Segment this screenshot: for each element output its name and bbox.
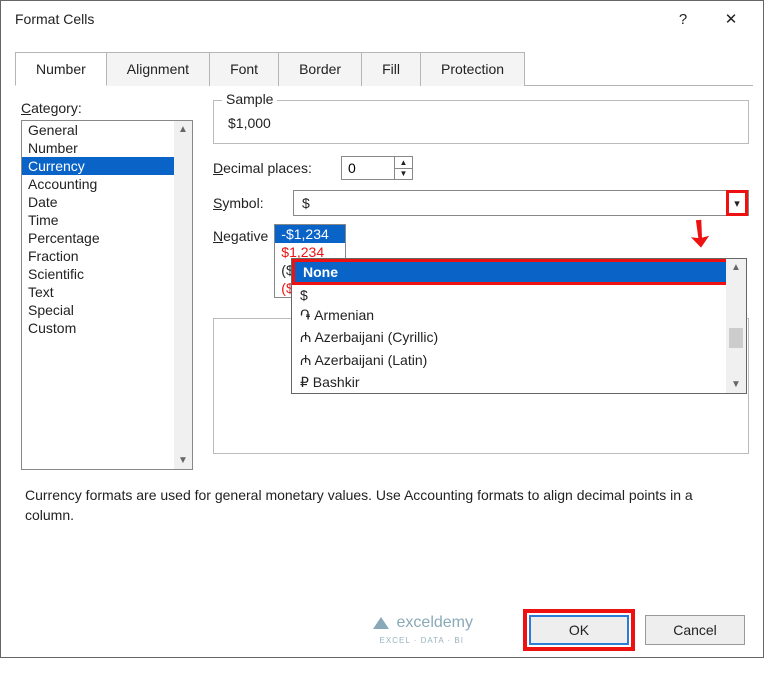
decimal-row: Decimal places: ▲ ▼ [213,156,749,180]
symbol-value: $ [302,195,310,211]
symbol-option[interactable]: ₼ Azerbaijani (Cyrillic) [292,326,746,349]
tab-bar: Number Alignment Font Border Fill Protec… [15,51,753,86]
logo-subtext: EXCEL · DATA · BI [380,637,464,645]
symbol-row: Symbol: $ ▾ [213,190,749,216]
titlebar: Format Cells ? ✕ [1,1,763,37]
decimal-label: Decimal places: [213,160,331,176]
scroll-up-icon[interactable]: ▲ [731,259,741,276]
spin-up-icon[interactable]: ▲ [395,157,412,169]
scroll-down-icon[interactable]: ▼ [178,452,188,469]
symbol-option[interactable]: ₼ Azerbaijani (Latin) [292,349,746,372]
scroll-down-icon[interactable]: ▼ [731,376,741,393]
category-item[interactable]: Custom [22,319,192,337]
negative-item[interactable]: -$1,234 [275,225,345,243]
dropdown-scrollbar[interactable]: ▲ ▼ [726,259,746,393]
category-item[interactable]: Percentage [22,229,192,247]
category-item[interactable]: Currency [22,157,192,175]
category-item[interactable]: Time [22,211,192,229]
sample-value: $1,000 [228,111,734,131]
tab-font[interactable]: Font [209,52,279,86]
tab-number[interactable]: Number [15,52,107,86]
format-cells-dialog: Format Cells ? ✕ Number Alignment Font B… [0,0,764,658]
close-button[interactable]: ✕ [707,2,755,36]
tab-fill[interactable]: Fill [361,52,421,86]
decimal-spinner[interactable]: ▲ ▼ [341,156,413,180]
sample-box: Sample $1,000 [213,100,749,144]
category-item[interactable]: General [22,121,192,139]
category-column: Category: General Number Currency Accoun… [21,100,193,470]
logo-text: exceldemy [397,615,473,631]
decimal-input[interactable] [342,158,394,178]
footer: exceldemy EXCEL · DATA · BI OK Cancel [371,615,745,645]
symbol-select[interactable]: $ ▾ [293,190,749,216]
scroll-up-icon[interactable]: ▲ [178,121,188,138]
symbol-option[interactable]: ֏ Armenian [292,305,746,326]
spin-down-icon[interactable]: ▼ [395,169,412,180]
description-text: Currency formats are used for general mo… [25,486,745,525]
symbol-label: Symbol: [213,195,283,211]
symbol-option[interactable]: ₽ Bashkir [292,372,746,393]
category-scrollbar[interactable]: ▲ ▼ [174,121,192,469]
scroll-thumb[interactable] [729,328,743,348]
category-item[interactable]: Number [22,139,192,157]
dialog-title: Format Cells [15,11,659,27]
symbol-option[interactable]: $ [292,285,746,305]
category-item[interactable]: Special [22,301,192,319]
sample-legend: Sample [222,91,277,107]
watermark-logo: exceldemy EXCEL · DATA · BI [371,615,473,645]
dialog-body: Category: General Number Currency Accoun… [1,86,763,533]
negative-label: Negative [213,224,268,244]
symbol-option[interactable]: None [292,259,746,285]
category-item[interactable]: Accounting [22,175,192,193]
help-button[interactable]: ? [659,2,707,36]
category-item[interactable]: Date [22,193,192,211]
chevron-down-icon[interactable]: ▾ [726,190,748,216]
symbol-dropdown-panel[interactable]: None $ ֏ Armenian ₼ Azerbaijani (Cyrilli… [291,258,747,394]
tab-border[interactable]: Border [278,52,362,86]
category-label: Category: [21,100,193,116]
cancel-button[interactable]: Cancel [645,615,745,645]
category-item[interactable]: Text [22,283,192,301]
tab-protection[interactable]: Protection [420,52,525,86]
logo-icon [371,615,391,631]
category-item[interactable]: Scientific [22,265,192,283]
category-listbox[interactable]: General Number Currency Accounting Date … [21,120,193,470]
tab-alignment[interactable]: Alignment [106,52,210,86]
ok-button[interactable]: OK [529,615,629,645]
category-item[interactable]: Fraction [22,247,192,265]
